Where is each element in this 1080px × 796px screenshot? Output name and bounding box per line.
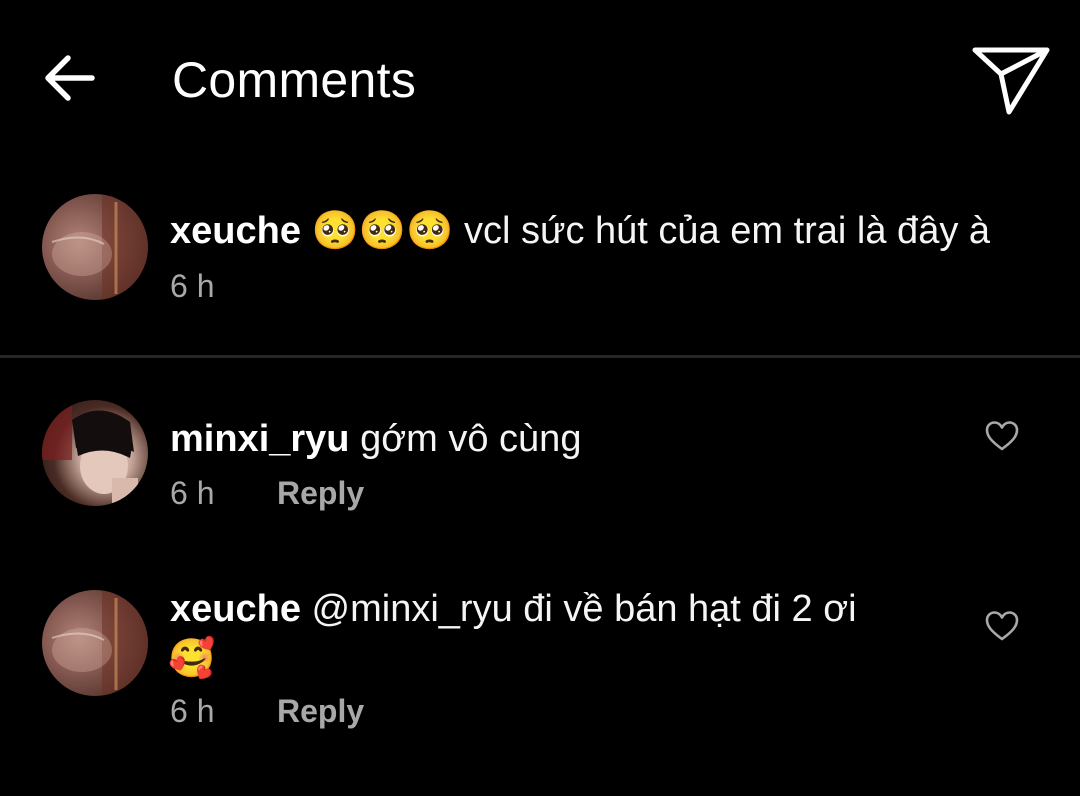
caption-username[interactable]: xeuche xyxy=(170,210,301,252)
like-button[interactable] xyxy=(982,416,1022,456)
share-button[interactable] xyxy=(966,40,1056,120)
comment-body-line2: 🥰 xyxy=(168,638,216,680)
comment-text: xeuche @minxi_ryu đi về bán hạt đi 2 ơi xyxy=(170,586,857,632)
avatar[interactable] xyxy=(42,194,148,300)
avatar-image xyxy=(51,194,148,300)
comment-body: gớm vô cùng xyxy=(360,418,582,460)
paper-plane-icon xyxy=(972,47,1050,115)
reply-button[interactable]: Reply xyxy=(277,473,364,513)
comment-username[interactable]: xeuche xyxy=(170,588,301,630)
caption-text: xeuche 🥺🥺🥺 vcl sức hút của em trai là đâ… xyxy=(170,208,990,254)
heart-outline-icon xyxy=(985,611,1019,641)
avatar[interactable] xyxy=(42,590,148,696)
arrow-left-icon xyxy=(45,55,95,101)
page-title: Comments xyxy=(172,52,417,108)
comment-timestamp: 6 h xyxy=(170,693,215,729)
comment-text: minxi_ryu gớm vô cùng xyxy=(170,416,581,462)
caption-body: 🥺🥺🥺 vcl sức hút của em trai là đây à xyxy=(311,210,991,252)
comment-body: @minxi_ryu đi về bán hạt đi 2 ơi xyxy=(311,588,857,630)
post-caption: xeuche 🥺🥺🥺 vcl sức hút của em trai là đâ… xyxy=(0,192,1080,352)
back-button[interactable] xyxy=(36,46,100,110)
divider xyxy=(0,355,1080,358)
caption-timestamp: 6 h xyxy=(170,268,215,304)
comment-timestamp: 6 h xyxy=(170,475,215,511)
heart-outline-icon xyxy=(985,421,1019,451)
avatar-image xyxy=(51,590,148,696)
avatar-image xyxy=(42,400,138,506)
avatar[interactable] xyxy=(42,400,148,506)
app-header: Comments xyxy=(0,0,1080,160)
like-button[interactable] xyxy=(982,606,1022,646)
comment-username[interactable]: minxi_ryu xyxy=(170,418,350,460)
reply-button[interactable]: Reply xyxy=(277,691,364,731)
